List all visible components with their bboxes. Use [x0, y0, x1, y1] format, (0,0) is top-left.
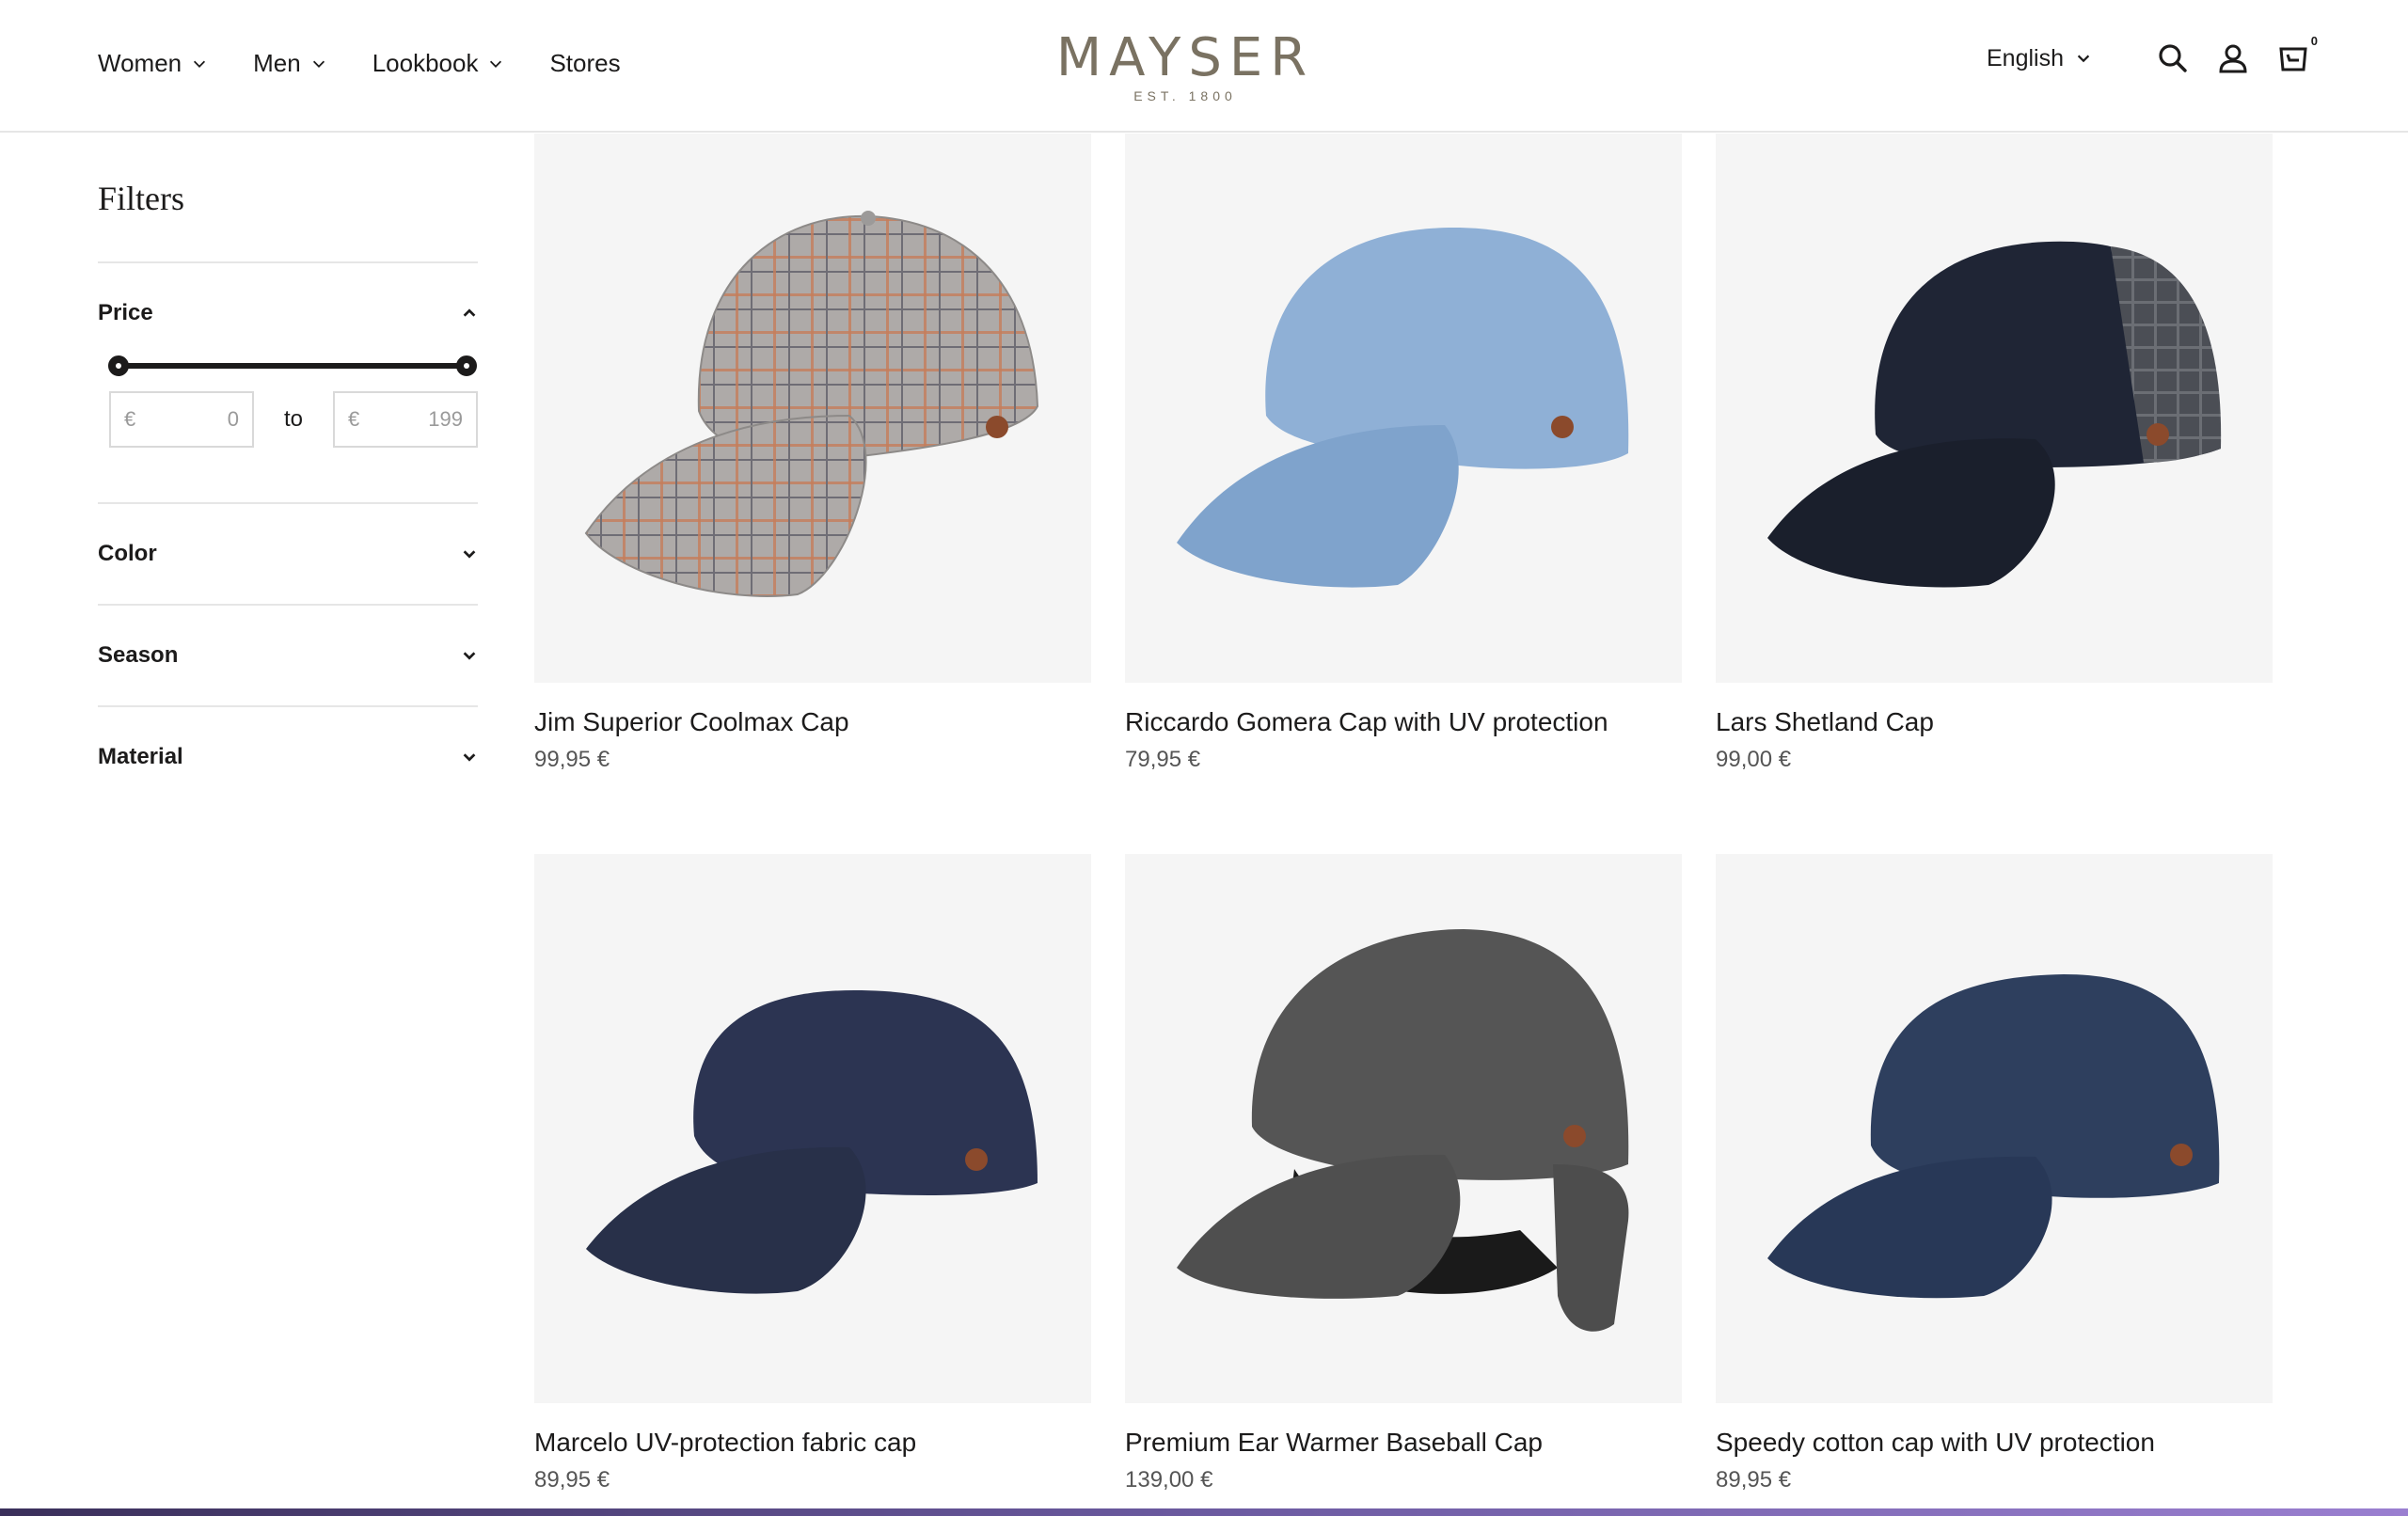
chevron-down-icon [2077, 55, 2090, 63]
product-name[interactable]: Speedy cotton cap with UV protection [1716, 1428, 2273, 1458]
price-inputs: € 0 to € 199 [109, 391, 478, 448]
chevron-down-icon [463, 550, 476, 559]
header-actions: English 0 [1987, 34, 2318, 75]
chevron-down-icon [490, 60, 502, 68]
denim-cap-image [1767, 974, 2220, 1299]
cart-icon [2279, 47, 2307, 71]
nav-men-label: Men [253, 49, 301, 77]
light-blue-cap-image [1177, 228, 1629, 588]
filter-color: Color [98, 502, 478, 604]
filter-price-toggle[interactable]: Price [98, 263, 478, 363]
price-slider-track[interactable] [108, 355, 477, 376]
filter-color-toggle[interactable]: Color [98, 504, 478, 604]
price-min-placeholder: 0 [227, 407, 239, 431]
filters-sidebar: Filters Price € 0 to € 199 Color Season … [98, 134, 478, 807]
product-image[interactable] [1125, 134, 1682, 683]
navy-check-cap-image [1767, 241, 2222, 588]
language-label: English [1987, 44, 2064, 71]
main-nav: Women Men Lookbook Stores [98, 49, 666, 78]
account-icon[interactable] [2216, 41, 2250, 75]
brand-logo[interactable]: MAYSER EST. 1800 [1035, 27, 1336, 104]
filter-color-label: Color [98, 541, 157, 566]
product-image[interactable] [534, 854, 1091, 1403]
chevron-down-icon [463, 652, 476, 660]
chevron-down-icon [194, 60, 206, 68]
chevron-down-icon [463, 753, 476, 762]
bottom-edge-bar [0, 1508, 2408, 1516]
filter-price: Price € 0 to € 199 [98, 261, 478, 502]
chevron-down-icon [312, 60, 325, 68]
nav-men[interactable]: Men [253, 49, 327, 78]
price-max-placeholder: 199 [428, 407, 463, 431]
search-icon[interactable] [2156, 41, 2190, 75]
product-image[interactable] [1716, 854, 2273, 1403]
product-card[interactable]: Speedy cotton cap with UV protection 89,… [1716, 854, 2273, 1493]
filter-price-label: Price [98, 300, 153, 325]
filter-material-label: Material [98, 744, 183, 769]
price-separator: to [283, 406, 303, 432]
product-name[interactable]: Marcelo UV-protection fabric cap [534, 1428, 1091, 1458]
price-min-input[interactable]: € 0 [109, 391, 254, 448]
product-price: 79,95 € [1125, 747, 1201, 772]
product-card[interactable]: Jim Superior Coolmax Cap 99,95 € [534, 134, 1091, 773]
nav-lookbook[interactable]: Lookbook [372, 49, 505, 78]
product-price: 99,95 € [534, 747, 610, 772]
product-name[interactable]: Riccardo Gomera Cap with UV protection [1125, 707, 1682, 737]
language-selector[interactable]: English [1987, 45, 2092, 72]
product-image[interactable] [1125, 854, 1682, 1403]
nav-women[interactable]: Women [98, 49, 208, 78]
product-price: 89,95 € [1716, 1467, 1792, 1492]
filter-season-label: Season [98, 642, 179, 668]
currency-symbol: € [348, 407, 360, 431]
product-card[interactable]: Marcelo UV-protection fabric cap 89,95 € [534, 854, 1091, 1493]
product-name[interactable]: Lars Shetland Cap [1716, 707, 2273, 737]
filter-material: Material [98, 705, 478, 807]
price-filter-body: € 0 to € 199 [98, 355, 478, 502]
earflap-cap-image [1177, 929, 1629, 1332]
site-header: Women Men Lookbook Stores MAYSER EST. 18… [0, 0, 2408, 133]
price-max-input[interactable]: € 199 [333, 391, 478, 448]
logo-wordmark: MAYSER [1055, 27, 1315, 88]
product-image[interactable] [534, 134, 1091, 683]
chevron-up-icon [463, 308, 476, 317]
product-price: 99,00 € [1716, 747, 1792, 772]
product-card[interactable]: Lars Shetland Cap 99,00 € [1716, 134, 2273, 773]
plaid-cap-image [584, 211, 1039, 597]
nav-lookbook-label: Lookbook [372, 49, 479, 77]
product-card[interactable]: Premium Ear Warmer Baseball Cap 139,00 € [1125, 854, 1682, 1493]
filter-material-toggle[interactable]: Material [98, 707, 478, 807]
price-slider-max-thumb[interactable] [456, 355, 477, 376]
product-card[interactable]: Riccardo Gomera Cap with UV protection 7… [1125, 134, 1682, 773]
nav-stores-label: Stores [549, 49, 621, 77]
navy-cap-image [586, 990, 1038, 1294]
filter-season: Season [98, 604, 478, 705]
product-price: 89,95 € [534, 1467, 610, 1492]
logo-tagline: EST. 1800 [1133, 88, 1237, 103]
product-name[interactable]: Premium Ear Warmer Baseball Cap [1125, 1428, 1682, 1458]
price-slider-min-thumb[interactable] [108, 355, 129, 376]
product-price: 139,00 € [1125, 1467, 1213, 1492]
product-image[interactable] [1716, 134, 2273, 683]
product-name[interactable]: Jim Superior Coolmax Cap [534, 707, 1091, 737]
currency-symbol: € [124, 407, 136, 431]
cart-count: 0 [2310, 34, 2318, 48]
filter-season-toggle[interactable]: Season [98, 606, 478, 705]
cart-button[interactable]: 0 [2276, 34, 2318, 75]
filters-title: Filters [98, 180, 185, 217]
nav-stores[interactable]: Stores [549, 49, 620, 78]
nav-women-label: Women [98, 49, 182, 77]
